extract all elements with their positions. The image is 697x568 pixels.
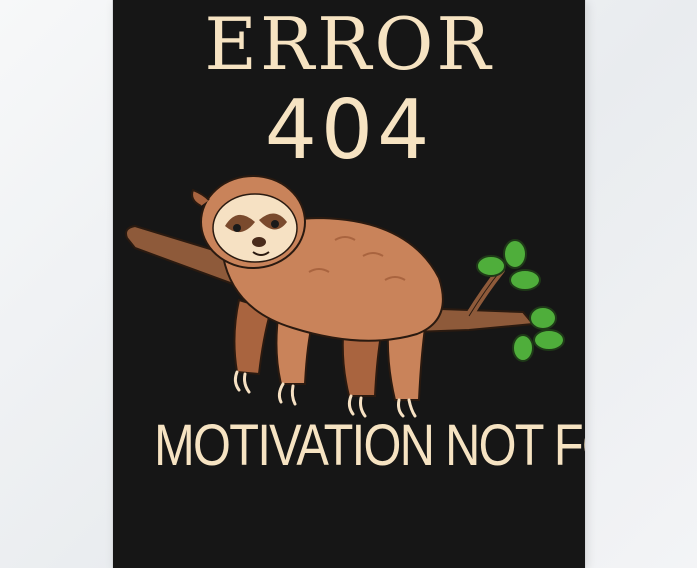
page-background: ERROR 404 MOTIVATION NOT F xyxy=(0,0,697,568)
leaves xyxy=(476,239,565,362)
sloth-claws xyxy=(233,370,417,418)
poster: ERROR 404 MOTIVATION NOT F xyxy=(113,0,585,568)
poster-tagline: MOTIVATION NOT FOUND xyxy=(154,413,585,478)
sloth-illustration xyxy=(125,175,565,418)
poster-heading: ERROR xyxy=(204,2,494,86)
